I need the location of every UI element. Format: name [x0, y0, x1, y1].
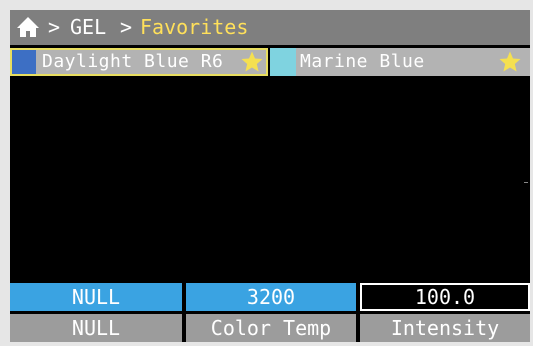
favorite-label: Daylight Blue R6 [42, 51, 224, 72]
breadcrumb-separator: > [48, 15, 61, 39]
star-icon[interactable] [498, 50, 522, 74]
breadcrumb: > GEL > Favorites [10, 10, 530, 45]
color-swatch [12, 50, 36, 74]
label-null: NULL [10, 314, 182, 342]
favorite-label: Marine Blue [300, 51, 425, 72]
label-intensity: Intensity [360, 314, 530, 342]
breadcrumb-favorites: Favorites [140, 15, 249, 39]
screen: > GEL > Favorites Daylight Blue R6 Marin… [10, 10, 530, 342]
label-color-temp: Color Temp [186, 314, 356, 342]
breadcrumb-gel[interactable]: GEL [70, 10, 106, 45]
color-swatch [270, 48, 296, 76]
favorite-item-daylight-blue-r6[interactable]: Daylight Blue R6 [10, 48, 268, 76]
value-color-temp[interactable]: 3200 [186, 283, 356, 311]
value-null[interactable]: NULL [10, 283, 182, 311]
star-icon[interactable] [240, 50, 264, 74]
scroll-indicator [524, 182, 528, 183]
breadcrumb-separator: > [120, 15, 133, 39]
home-icon[interactable] [16, 16, 40, 38]
favorite-item-marine-blue[interactable]: Marine Blue [270, 48, 530, 76]
value-intensity[interactable]: 100.0 [360, 283, 530, 311]
